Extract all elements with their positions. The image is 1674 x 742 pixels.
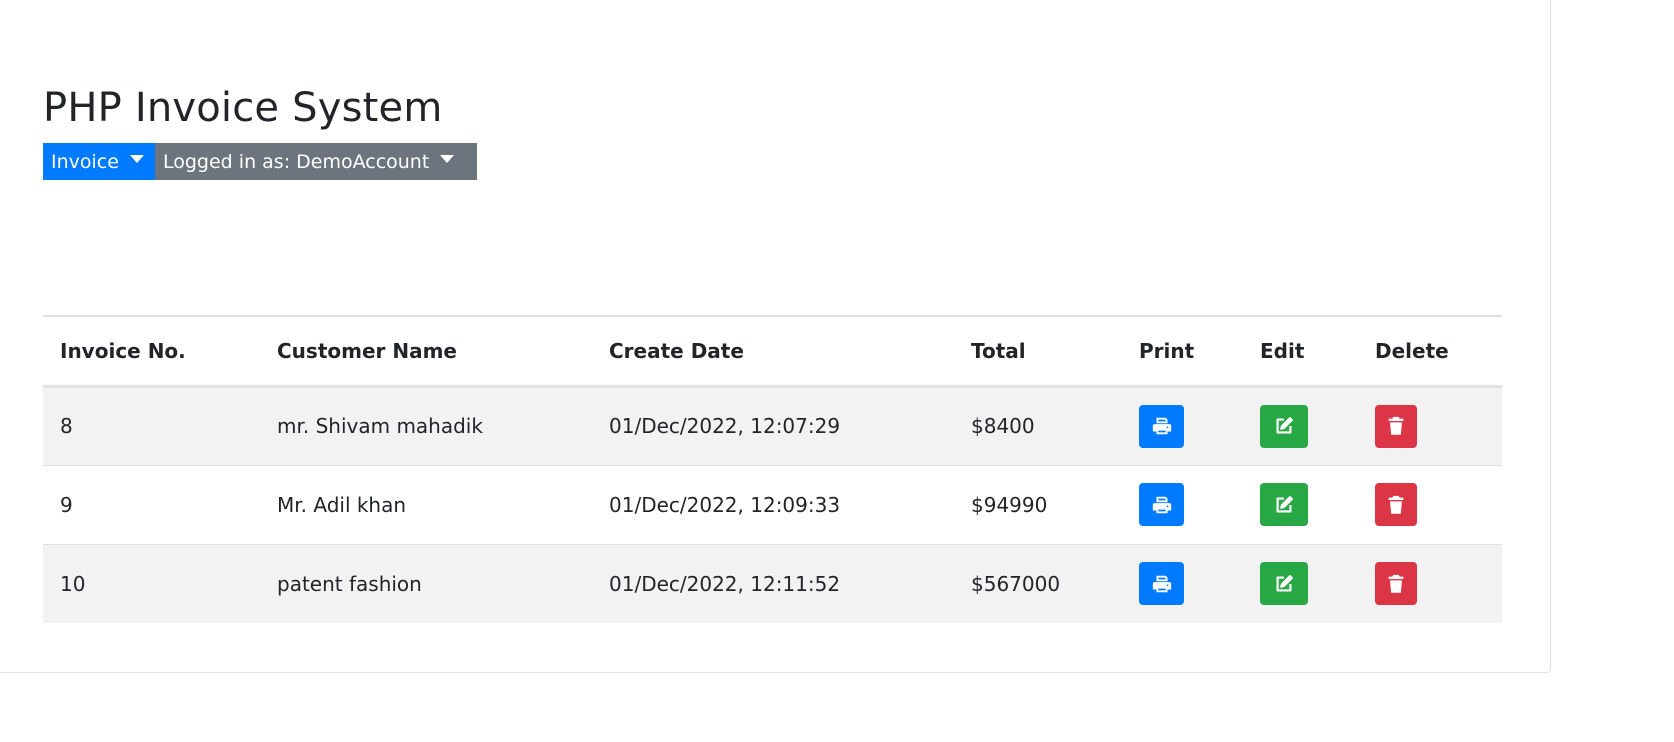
column-header-customer-name: Customer Name: [277, 338, 457, 363]
delete-cell: [1358, 544, 1502, 623]
print-cell: [1122, 386, 1243, 465]
edit-cell: [1243, 465, 1358, 544]
column-header-delete: Delete: [1375, 338, 1449, 363]
column-header-print: Print: [1139, 338, 1195, 363]
edit-cell: [1243, 544, 1358, 623]
edit-button[interactable]: [1260, 562, 1308, 606]
print-button[interactable]: [1139, 483, 1184, 526]
account-dropdown-label: Logged in as: DemoAccount: [163, 150, 430, 173]
delete-button[interactable]: [1375, 483, 1417, 526]
customer-name-cell: mr. Shivam mahadik: [277, 414, 483, 438]
delete-button[interactable]: [1375, 404, 1417, 448]
trash-icon: [1385, 573, 1407, 595]
table-header-row: Invoice No. Customer Name Create Date To…: [43, 316, 1502, 386]
invoice-table: Invoice No. Customer Name Create Date To…: [43, 315, 1502, 623]
invoice-dropdown-button[interactable]: Invoice: [43, 143, 155, 180]
invoice-number-cell: 10: [60, 571, 86, 596]
edit-button[interactable]: [1260, 483, 1308, 526]
trash-icon: [1385, 494, 1407, 516]
print-icon: [1151, 415, 1173, 437]
caret-down-icon: [440, 154, 455, 163]
table-row: 8 mr. Shivam mahadik 01/Dec/2022, 12:07:29…: [43, 386, 1502, 465]
print-button[interactable]: [1139, 562, 1184, 606]
invoice-number-cell: 8: [60, 414, 73, 438]
column-header-invoice-no: Invoice No.: [60, 338, 186, 363]
edit-icon: [1273, 415, 1295, 437]
print-icon: [1151, 573, 1173, 595]
create-date-cell: 01/Dec/2022, 12:11:52: [609, 571, 841, 596]
delete-button[interactable]: [1375, 562, 1417, 606]
print-cell: [1122, 544, 1243, 623]
column-header-total: Total: [971, 338, 1026, 363]
total-cell: $567000: [971, 571, 1061, 596]
edit-button[interactable]: [1260, 404, 1308, 448]
edit-icon: [1273, 573, 1295, 595]
customer-name-cell: Mr. Adil khan: [277, 492, 407, 517]
account-dropdown-button[interactable]: Logged in as: DemoAccount: [155, 143, 477, 180]
total-cell: $8400: [971, 414, 1035, 438]
page-title: PHP Invoice System: [43, 85, 443, 131]
table-row: 9 Mr. Adil khan 01/Dec/2022, 12:09:33 $9499…: [43, 465, 1502, 544]
customer-name-cell: patent fashion: [277, 571, 422, 596]
column-header-create-date: Create Date: [609, 338, 744, 363]
caret-down-icon: [129, 154, 144, 163]
print-button[interactable]: [1139, 404, 1184, 448]
trash-icon: [1385, 415, 1407, 437]
edit-cell: [1243, 386, 1358, 465]
create-date-cell: 01/Dec/2022, 12:07:29: [609, 414, 841, 438]
print-cell: [1122, 465, 1243, 544]
create-date-cell: 01/Dec/2022, 12:09:33: [609, 492, 841, 517]
invoice-table-body: 8 mr. Shivam mahadik 01/Dec/2022, 12:07:29…: [43, 386, 1502, 623]
delete-cell: [1358, 386, 1502, 465]
invoice-number-cell: 9: [60, 492, 73, 517]
edit-icon: [1273, 494, 1295, 516]
invoice-dropdown-label: Invoice: [51, 150, 119, 173]
total-cell: $94990: [971, 492, 1048, 517]
table-row: 10 patent fashion 01/Dec/2022, 12:11:52 $56…: [43, 544, 1502, 623]
print-icon: [1151, 494, 1173, 516]
column-header-edit: Edit: [1260, 338, 1305, 363]
delete-cell: [1358, 465, 1502, 544]
nav-bar: Invoice Logged in as: DemoAccount: [43, 143, 477, 180]
